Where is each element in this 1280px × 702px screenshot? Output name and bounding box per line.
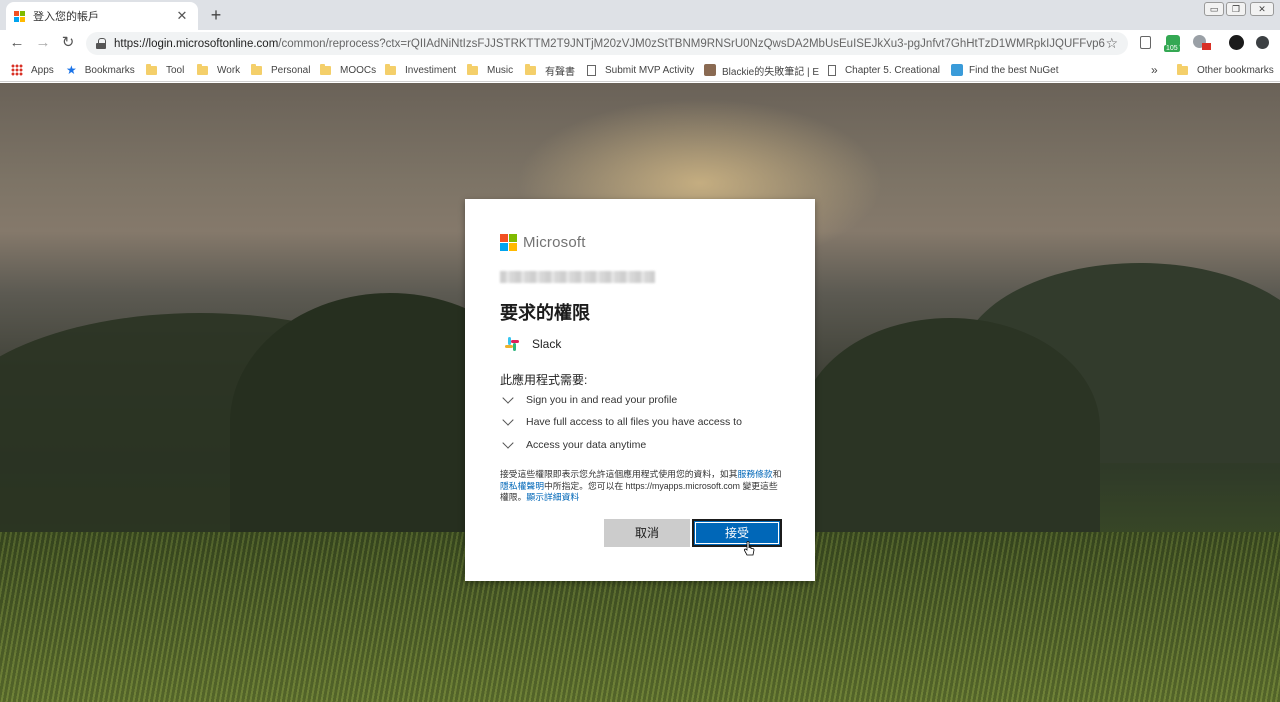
chevron-down-icon [502,437,514,449]
bookmark-blackie[interactable]: Blackie的失敗筆記 | E [704,62,819,78]
page-icon [587,64,596,76]
bookmark-star-icon[interactable]: ☆ [1105,35,1118,52]
nuget-icon [951,64,963,76]
close-window-icon[interactable]: ✕ [1250,2,1274,16]
bookmark-nuget[interactable]: Find the best NuGet [951,62,1061,78]
chevron-down-icon [502,414,514,426]
hand-cursor-icon [743,541,755,556]
permission-item[interactable]: Sign you in and read your profile [500,392,677,408]
accept-button[interactable]: 接受 [692,519,782,547]
folder-icon [467,63,478,75]
browser-toolbar: ← → ↻ https://login.microsoftonline.com/… [0,30,1280,57]
page-icon [828,64,836,76]
bookmark-other[interactable]: Other bookmarks [1177,62,1274,78]
chevron-down-icon [502,392,514,404]
terms-link[interactable]: 服務條款 [738,469,773,479]
new-tab-button[interactable]: + [205,4,227,26]
permissions-dialog: Microsoft 要求的權限 Slack 此應用程式需要: Sign you … [465,199,815,581]
more-bookmarks-chevron-icon[interactable]: » [1151,62,1158,78]
folder-icon [320,63,331,75]
avatar-icon [704,64,716,76]
bookmark-audiobooks[interactable]: 有聲書 [525,62,575,78]
reload-icon[interactable]: ↻ [58,33,78,53]
permission-item[interactable]: Have full access to all files you have a… [500,414,742,430]
microsoft-logo-icon [500,234,517,251]
extension-badge: 105 [1164,45,1180,52]
bookmark-chapter5[interactable]: Chapter 5. Creational [828,62,940,78]
back-arrow-icon[interactable]: ← [7,33,27,53]
bookmark-moocs[interactable]: MOOCs [320,62,376,78]
folder-icon [146,63,157,75]
app-row: Slack [505,337,561,351]
folder-icon [525,63,536,75]
brand-name: Microsoft [523,234,586,251]
bookmark-work[interactable]: Work [197,62,240,78]
folder-icon [197,63,208,75]
bookmark-bookmarks[interactable]: ★ Bookmarks [66,62,135,78]
apps-icon [11,64,23,76]
clipboard-extension-icon[interactable] [1140,36,1151,49]
microsoft-favicon-icon [14,10,25,22]
minimize-icon[interactable]: ▭ [1204,2,1224,16]
url-text[interactable]: https://login.microsoftonline.com/common… [114,38,1105,50]
page-background: Microsoft 要求的權限 Slack 此應用程式需要: Sign you … [0,83,1280,702]
app-name: Slack [532,337,562,351]
tab-strip: 登入您的帳戶 ✕ + ▭ ❐ ✕ [0,0,1280,30]
show-details-link[interactable]: 顯示詳細資料 [526,492,579,502]
dialog-heading: 要求的權限 [500,303,590,323]
bookmark-apps[interactable]: Apps [11,62,54,78]
chrome-menu-icon[interactable] [1256,36,1269,49]
folder-icon [251,63,262,75]
lock-icon [96,38,106,49]
slack-icon [505,337,519,351]
bookmarks-bar: Apps ★ Bookmarks Tool Work Personal MOOCs… [0,57,1280,82]
folder-icon [385,63,396,75]
tab-title: 登入您的帳戶 [33,11,99,23]
bookmark-investiment[interactable]: Investiment [385,62,456,78]
forward-arrow-icon[interactable]: → [33,33,53,53]
star-icon: ★ [66,63,77,77]
bookmark-submit-mvp[interactable]: Submit MVP Activity [587,62,694,78]
background-hill [800,318,1100,538]
cancel-button[interactable]: 取消 [604,519,690,547]
bookmark-tool[interactable]: Tool [146,62,184,78]
blurred-account-email [500,271,655,283]
browser-tab[interactable]: 登入您的帳戶 ✕ [6,2,198,30]
folder-icon [1177,63,1188,75]
brand: Microsoft [500,234,586,251]
bookmark-music[interactable]: Music [467,62,513,78]
permission-item[interactable]: Access your data anytime [500,437,646,453]
tab-close-icon[interactable]: ✕ [174,8,190,24]
restore-icon[interactable]: ❐ [1226,2,1246,16]
bookmark-personal[interactable]: Personal [251,62,310,78]
privacy-link[interactable]: 隱私權聲明 [500,481,544,491]
notification-badge-icon [1202,43,1211,50]
needs-label: 此應用程式需要: [500,373,588,387]
consent-notice: 接受這些權限即表示您允許這個應用程式使用您的資料，如其服務條款和隱私權聲明中所指… [500,469,782,502]
address-bar[interactable]: https://login.microsoftonline.com/common… [86,32,1128,55]
profile-avatar[interactable] [1229,35,1244,50]
